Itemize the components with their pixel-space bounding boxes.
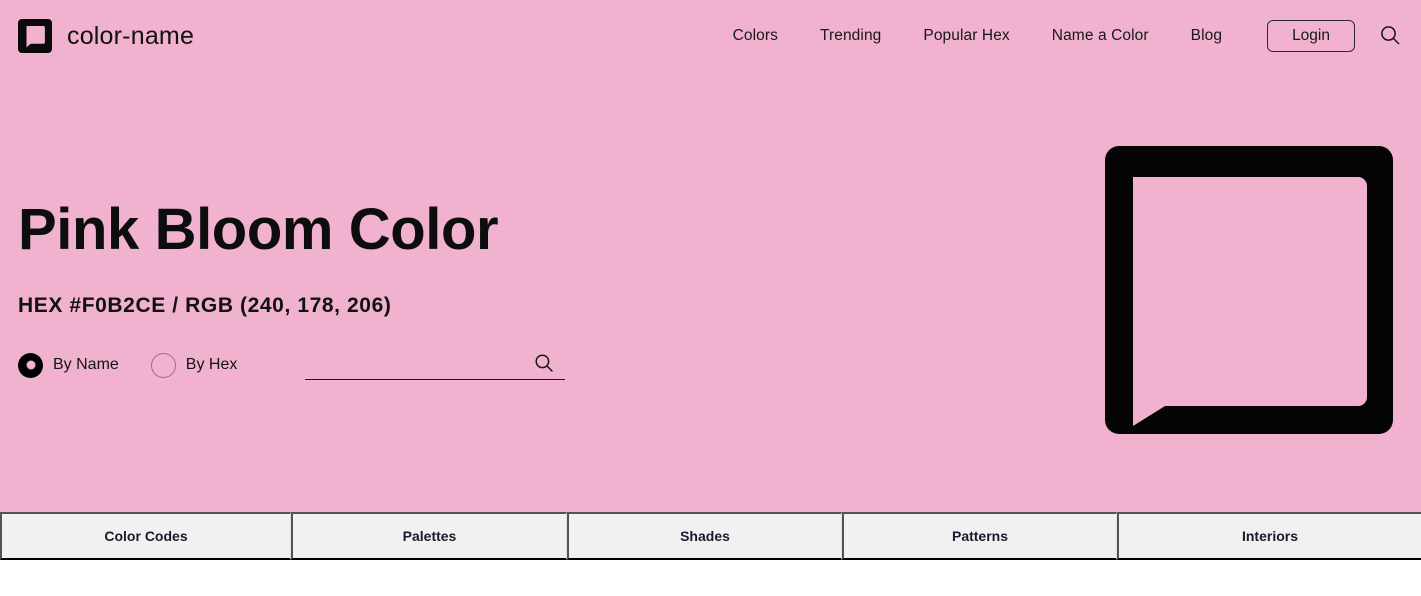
nav-item-name-a-color[interactable]: Name a Color: [1031, 20, 1170, 52]
search-field-wrapper: [305, 348, 566, 382]
tab-palettes[interactable]: Palettes: [291, 512, 567, 560]
tab-color-codes[interactable]: Color Codes: [0, 512, 291, 560]
brand-logo-link[interactable]: color-name: [18, 19, 194, 53]
tab-shades[interactable]: Shades: [567, 512, 842, 560]
radio-by-name-label: By Name: [53, 356, 119, 373]
tab-interiors[interactable]: Interiors: [1117, 512, 1421, 560]
search-icon: [1378, 23, 1402, 50]
content-area-below-tabs: [0, 560, 1421, 596]
radio-option-by-name[interactable]: By Name: [18, 352, 119, 378]
header-search-button[interactable]: [1377, 23, 1403, 49]
speech-bubble-square-icon: [18, 19, 52, 53]
tab-patterns[interactable]: Patterns: [842, 512, 1117, 560]
hero-section: color-name Colors Trending Popular Hex N…: [0, 0, 1421, 512]
nav-item-trending[interactable]: Trending: [799, 20, 902, 52]
radio-by-hex-label: By Hex: [185, 356, 238, 373]
nav-item-blog[interactable]: Blog: [1170, 20, 1243, 52]
nav-item-popular-hex[interactable]: Popular Hex: [902, 20, 1030, 52]
speech-bubble-swatch-icon: [1105, 146, 1393, 438]
color-code-subtitle: HEX #F0B2CE / RGB (240, 178, 206): [18, 294, 392, 317]
radio-by-hex-indicator[interactable]: [150, 352, 176, 378]
search-submit-button[interactable]: [533, 352, 555, 374]
search-input[interactable]: [305, 348, 566, 380]
nav-item-colors[interactable]: Colors: [712, 20, 799, 52]
page-root: color-name Colors Trending Popular Hex N…: [0, 0, 1421, 596]
login-button[interactable]: Login: [1267, 20, 1355, 52]
brand-name: color-name: [67, 21, 195, 50]
section-tabbar: Color Codes Palettes Shades Patterns Int…: [0, 512, 1421, 560]
main-navigation: Colors Trending Popular Hex Name a Color…: [712, 20, 1403, 52]
radio-option-by-hex[interactable]: By Hex: [150, 352, 238, 378]
search-icon: [533, 354, 555, 377]
color-swatch: [1105, 146, 1393, 434]
color-search-row: By Name By Hex: [18, 348, 566, 382]
page-title: Pink Bloom Color: [18, 197, 499, 262]
site-header: color-name Colors Trending Popular Hex N…: [0, 0, 1421, 74]
radio-by-name-indicator[interactable]: [18, 352, 43, 378]
